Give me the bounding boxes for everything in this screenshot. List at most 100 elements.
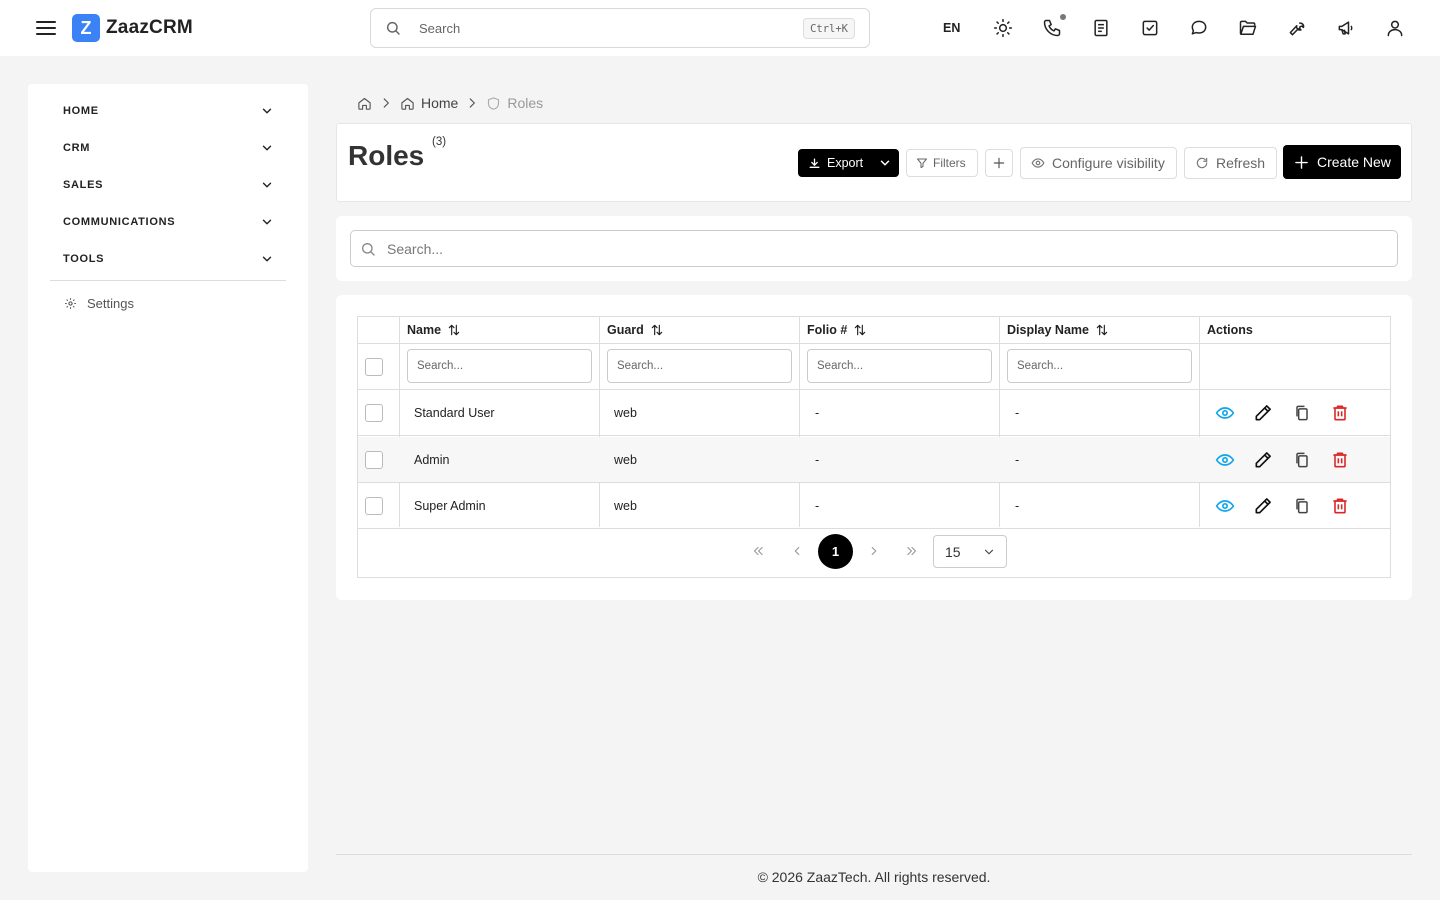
edit-pencil-icon[interactable] [1253,450,1273,470]
page-size-select[interactable]: 15 [933,535,1007,568]
cell-display-name: - [1015,499,1020,513]
filter-icon [916,157,928,169]
sidebar-item-label: COMMUNICATIONS [63,216,176,228]
record-count: (3) [432,136,447,148]
column-header-display-name[interactable]: Display Name [1000,317,1109,343]
sidebar-item-label: SALES [63,179,104,191]
select-all-checkbox[interactable] [365,358,383,376]
table-search-field[interactable] [350,230,1398,267]
row-checkbox[interactable] [365,497,383,515]
view-eye-icon[interactable] [1215,403,1235,423]
roles-table: Name Guard Folio # Display Name Actions [357,316,1391,578]
wrench-icon[interactable] [1287,18,1307,38]
folio-column-search[interactable] [807,349,992,383]
column-header-label: Guard [607,323,644,337]
home-icon[interactable] [357,96,372,111]
page-header: Roles (3) Export Filters Configure visib… [336,123,1412,202]
app-logo[interactable]: Z ZaazCRM [72,14,193,42]
export-dropdown-chevron-down-icon[interactable] [871,149,899,177]
chevron-down-icon [260,178,274,192]
sidebar-item-sales[interactable]: SALES [50,170,286,200]
search-icon [385,20,401,36]
document-icon[interactable] [1091,18,1111,38]
edit-pencil-icon[interactable] [1253,496,1273,516]
copy-icon[interactable] [1292,403,1312,423]
create-new-button[interactable]: Create New [1283,145,1401,179]
name-column-search[interactable] [407,349,592,383]
sidebar-item-tools[interactable]: TOOLS [50,244,286,274]
chat-icon[interactable] [1189,18,1209,38]
global-search-input[interactable]: Search Ctrl+K [370,8,870,48]
delete-trash-icon[interactable] [1330,403,1350,423]
chevron-right-icon [465,96,479,110]
sidebar-item-communications[interactable]: COMMUNICATIONS [50,207,286,237]
view-eye-icon[interactable] [1215,496,1235,516]
cell-name: Standard User [414,406,495,420]
page-size-value: 15 [945,543,961,560]
last-page-icon[interactable] [902,541,922,561]
column-header-name[interactable]: Name [400,317,461,343]
sort-icon[interactable] [447,323,461,337]
column-header-label: Actions [1207,323,1253,337]
configure-visibility-label: Configure visibility [1052,155,1165,171]
row-checkbox[interactable] [365,451,383,469]
copy-icon[interactable] [1292,450,1312,470]
sidebar-item-home[interactable]: HOME [50,96,286,126]
sidebar: HOME CRM SALES COMMUNICATIONS TOOLS Sett… [28,84,308,872]
app-name: ZaazCRM [106,17,193,38]
page-button-current[interactable]: 1 [818,534,853,569]
sidebar-item-crm[interactable]: CRM [50,133,286,163]
refresh-label: Refresh [1216,155,1266,171]
previous-page-icon[interactable] [787,541,807,561]
delete-trash-icon[interactable] [1330,450,1350,470]
refresh-button[interactable]: Refresh [1184,147,1277,179]
table-row: Admin web - - [358,437,1390,483]
home-icon [400,96,415,111]
sort-icon[interactable] [1095,323,1109,337]
folder-icon[interactable] [1238,18,1258,38]
phone-icon[interactable] [1042,18,1062,38]
user-icon[interactable] [1385,18,1405,38]
chevron-right-icon [379,96,393,110]
display-name-column-search[interactable] [1007,349,1192,383]
delete-trash-icon[interactable] [1330,496,1350,516]
add-filter-button[interactable] [985,149,1013,177]
checkbox-icon[interactable] [1140,18,1160,38]
table-row: Super Admin web - - [358,483,1390,529]
sidebar-item-label: TOOLS [63,253,105,265]
column-header-guard[interactable]: Guard [600,317,664,343]
configure-visibility-button[interactable]: Configure visibility [1020,147,1177,179]
guard-column-search[interactable] [607,349,792,383]
gear-icon [64,297,77,310]
first-page-icon[interactable] [748,541,768,561]
cell-name: Admin [414,453,450,467]
cell-guard: web [614,406,637,420]
table-search-input[interactable] [387,231,1387,266]
sun-icon[interactable] [993,18,1013,38]
pagination: 1 15 [358,527,1390,577]
next-page-icon[interactable] [864,541,884,561]
refresh-icon [1195,156,1209,170]
language-switcher[interactable]: EN [943,21,960,35]
column-header-folio[interactable]: Folio # [800,317,867,343]
export-button[interactable]: Export [798,149,899,177]
cell-display-name: - [1015,406,1020,420]
sidebar-item-label: Settings [87,295,134,311]
cell-name: Super Admin [414,499,486,513]
sidebar-item-settings[interactable]: Settings [50,292,286,314]
view-eye-icon[interactable] [1215,450,1235,470]
megaphone-icon[interactable] [1336,18,1356,38]
copy-icon[interactable] [1292,496,1312,516]
chevron-down-icon [260,252,274,266]
table-filter-row [358,344,1390,390]
row-checkbox[interactable] [365,404,383,422]
sort-icon[interactable] [853,323,867,337]
menu-icon[interactable] [34,16,58,40]
cell-folio: - [815,406,820,420]
sort-icon[interactable] [650,323,664,337]
notification-dot [1060,14,1066,20]
search-icon [360,241,376,257]
filters-button[interactable]: Filters [906,149,978,177]
breadcrumb-home-link[interactable]: Home [421,95,458,111]
edit-pencil-icon[interactable] [1253,403,1273,423]
